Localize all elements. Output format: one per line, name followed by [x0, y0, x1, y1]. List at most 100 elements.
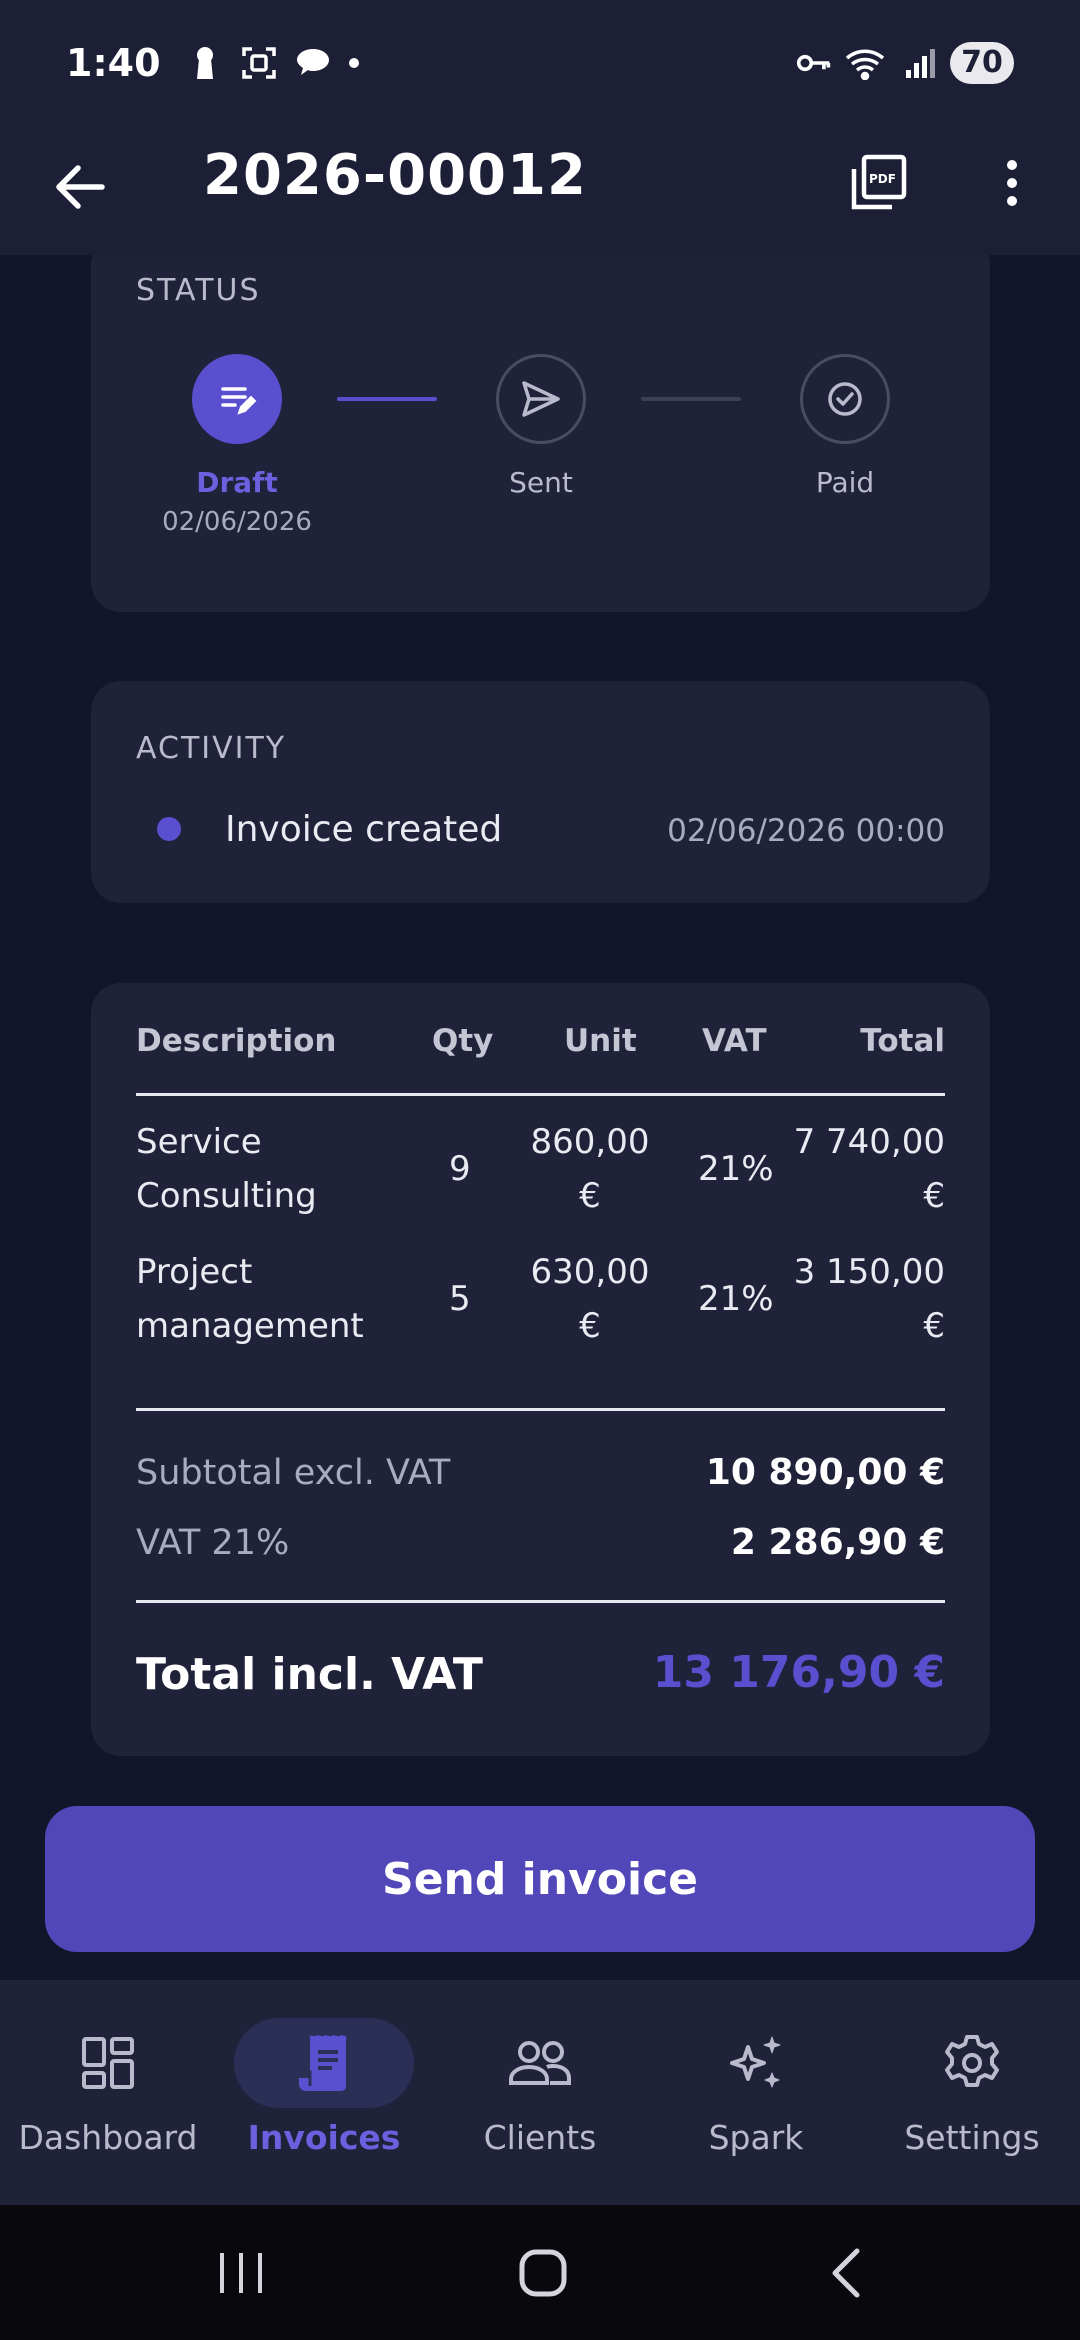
more-options-button[interactable]	[972, 143, 1052, 223]
signal-icon	[902, 45, 938, 81]
system-navigation-bar	[0, 2205, 1080, 2340]
nav-clients-pill	[450, 2018, 630, 2108]
row-qty: 5	[449, 1279, 471, 1319]
activity-bullet-icon	[157, 817, 181, 841]
row-total: 7 740,00 €	[794, 1115, 945, 1223]
line-items-card: Description Qty Unit VAT Total Service C…	[91, 983, 990, 1756]
app-bar: 2026-00012 PDF	[0, 125, 1080, 255]
total-value: 13 176,90 €	[652, 1647, 945, 1698]
row-unit-line2: €	[579, 1306, 601, 1346]
row-total-line1: 3 150,00	[793, 1252, 945, 1292]
activity-card: ACTIVITY Invoice created 02/06/2026 00:0…	[91, 681, 990, 903]
subtotal-value: 10 890,00 €	[705, 1452, 945, 1493]
battery-indicator: 70	[950, 41, 1014, 84]
pdf-export-button[interactable]: PDF	[838, 143, 918, 223]
wifi-icon	[844, 45, 890, 81]
nav-invoices[interactable]: Invoices	[216, 1980, 432, 2205]
system-back-button[interactable]	[796, 2233, 896, 2313]
recent-apps-icon	[220, 2253, 262, 2293]
step-draft-label: Draft	[196, 466, 278, 499]
more-vert-icon	[1007, 160, 1017, 206]
step-sent-label: Sent	[509, 466, 573, 499]
step-draft: Draft 02/06/2026	[137, 354, 337, 537]
status-card: STATUS Draft 02/06/2026 Sent Paid	[91, 255, 990, 612]
nav-invoices-label: Invoices	[247, 2118, 401, 2157]
nav-settings-pill	[882, 2018, 1062, 2108]
nav-settings[interactable]: Settings	[864, 1980, 1080, 2205]
row-description-line2: Consulting	[136, 1176, 317, 1216]
sparkle-icon	[730, 2036, 781, 2088]
send-invoice-button[interactable]: Send invoice	[45, 1806, 1035, 1952]
step-connector-inactive	[641, 397, 741, 401]
nav-spark-pill	[666, 2018, 846, 2108]
nav-dashboard[interactable]: Dashboard	[0, 1980, 216, 2205]
gear-icon	[945, 2035, 999, 2087]
row-description-line1: Project	[136, 1252, 253, 1292]
nav-clients[interactable]: Clients	[432, 1980, 648, 2205]
row-description: Service Consulting	[136, 1115, 317, 1223]
activity-card-label: ACTIVITY	[136, 731, 287, 766]
row-unit: 860,00 €	[520, 1115, 660, 1223]
items-divider	[136, 1408, 945, 1411]
step-draft-date: 02/06/2026	[162, 507, 312, 537]
table-header: Description Qty Unit VAT Total	[136, 1023, 945, 1079]
notification-dot-icon	[348, 57, 359, 68]
vat-value: 2 286,90 €	[730, 1522, 945, 1563]
nav-clients-label: Clients	[483, 2118, 597, 2157]
nav-dashboard-pill	[18, 2018, 198, 2108]
row-description: Project management	[136, 1245, 364, 1353]
people-icon	[509, 2041, 571, 2085]
status-bar: 1:40 70	[0, 0, 1080, 125]
vat-label: VAT 21%	[136, 1523, 290, 1563]
row-vat: 21%	[698, 1149, 774, 1189]
keyhole-icon	[187, 45, 223, 81]
invoice-detail-content[interactable]: STATUS Draft 02/06/2026 Sent Paid ACTIVI…	[0, 255, 1080, 1980]
invoice-number-title: 2026-00012	[203, 143, 587, 208]
table-header-divider	[136, 1093, 945, 1096]
check-circle-icon	[828, 382, 862, 416]
step-connector-active	[337, 397, 437, 401]
back-button[interactable]	[40, 147, 120, 227]
bottom-navigation: Dashboard Invoices Clients Spark Setting…	[0, 1980, 1080, 2205]
row-total-line1: 7 740,00	[793, 1122, 945, 1162]
clock: 1:40	[66, 40, 161, 85]
recent-apps-button[interactable]	[191, 2233, 291, 2313]
status-bar-left: 1:40	[66, 41, 359, 85]
svg-text:PDF: PDF	[869, 172, 896, 186]
header-vat: VAT	[702, 1023, 767, 1059]
header-unit: Unit	[564, 1023, 637, 1059]
header-total: Total	[860, 1023, 945, 1059]
total-label: Total incl. VAT	[136, 1649, 483, 1700]
row-qty: 9	[449, 1149, 471, 1189]
header-qty: Qty	[432, 1023, 494, 1059]
row-unit-line1: 630,00	[530, 1252, 650, 1292]
totals-divider	[136, 1600, 945, 1603]
row-total-line2: €	[923, 1176, 945, 1216]
draft-edit-icon	[221, 387, 257, 415]
dashboard-icon	[82, 2037, 134, 2089]
step-draft-circle	[192, 354, 282, 444]
row-unit-line2: €	[579, 1176, 601, 1216]
row-total: 3 150,00 €	[794, 1245, 945, 1353]
row-vat: 21%	[698, 1279, 774, 1319]
screenshot-icon	[241, 45, 277, 81]
arrow-left-icon	[56, 165, 105, 209]
status-card-label: STATUS	[136, 273, 261, 308]
step-sent: Sent	[441, 354, 641, 499]
chat-bubble-icon	[295, 45, 331, 81]
activity-item-text: Invoice created	[225, 809, 503, 850]
home-button[interactable]	[493, 2233, 593, 2313]
table-row[interactable]: Project management 5 630,00 € 21% 3 150,…	[136, 1245, 945, 1355]
step-sent-circle	[496, 354, 586, 444]
send-icon	[522, 381, 560, 417]
table-row[interactable]: Service Consulting 9 860,00 € 21% 7 740,…	[136, 1115, 945, 1225]
nav-invoices-pill	[234, 2018, 414, 2108]
header-description: Description	[136, 1023, 337, 1059]
receipt-icon	[298, 2034, 347, 2091]
row-unit: 630,00 €	[520, 1245, 660, 1353]
key-icon	[796, 45, 832, 81]
nav-spark[interactable]: Spark	[648, 1980, 864, 2205]
step-paid-circle	[800, 354, 890, 444]
step-paid: Paid	[745, 354, 945, 499]
row-description-line2: management	[136, 1306, 364, 1346]
